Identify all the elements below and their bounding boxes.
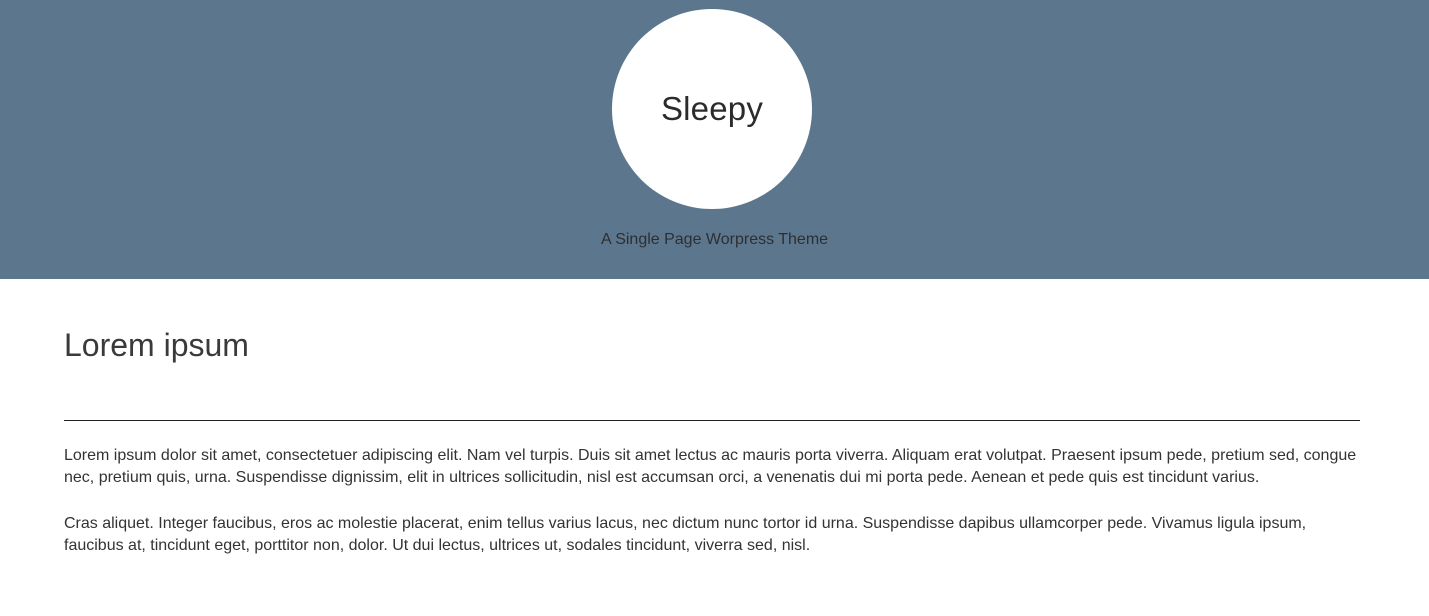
site-header: Sleepy A Single Page Worpress Theme — [0, 0, 1429, 279]
section-divider — [64, 420, 1360, 421]
site-logo-circle[interactable]: Sleepy — [612, 9, 812, 209]
body-paragraph: Lorem ipsum dolor sit amet, consectetuer… — [64, 447, 1357, 486]
site-tagline: A Single Page Worpress Theme — [600, 231, 829, 248]
section-title: Lorem ipsum — [64, 327, 249, 363]
main-content: Lorem ipsum Lorem ipsum dolor sit amet, … — [64, 279, 1360, 557]
body-paragraph: Cras aliquet. Integer faucibus, eros ac … — [64, 515, 1307, 554]
site-title[interactable]: Sleepy — [661, 90, 763, 128]
